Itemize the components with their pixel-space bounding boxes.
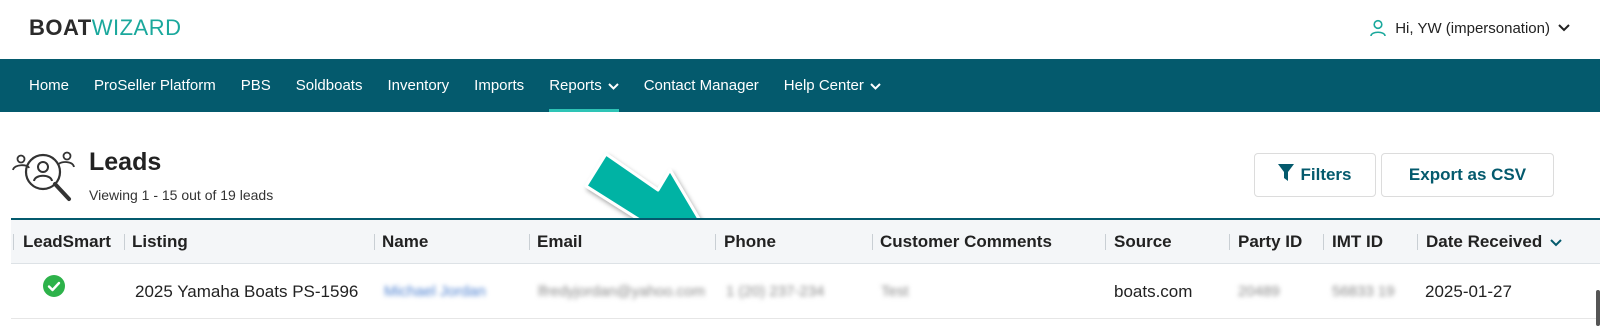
nav-label: Help Center	[783, 77, 864, 94]
nav-inventory[interactable]: Inventory	[387, 59, 449, 112]
page-title: Leads	[89, 148, 162, 176]
chevron-down-icon	[608, 77, 619, 94]
boatwizard-logo[interactable]: BOATWIZARD	[29, 14, 181, 42]
column-divider	[1229, 234, 1230, 250]
filters-label: Filters	[1300, 165, 1352, 184]
nav-home[interactable]: Home	[29, 59, 69, 112]
check-icon	[43, 265, 65, 319]
main-nav: Home ProSeller Platform PBS Soldboats In…	[0, 59, 1600, 112]
nav-soldboats[interactable]: Soldboats	[296, 59, 363, 112]
user-icon	[1369, 19, 1387, 37]
nav-label: Home	[29, 77, 70, 94]
nav-proseller-platform[interactable]: ProSeller Platform	[94, 59, 216, 112]
listing-cell[interactable]: 2025 Yamaha Boats PS-1596	[135, 265, 358, 319]
column-header-label: Date Received	[1426, 232, 1543, 251]
email-cell[interactable]: lfredyjordan@yahoo.com	[538, 265, 705, 319]
column-header-source[interactable]: Source	[1114, 220, 1172, 264]
leads-search-icon	[11, 146, 75, 209]
nav-label: PBS	[240, 77, 271, 94]
top-bar: BOATWIZARD Hi, YW (impersonation)	[0, 0, 1600, 59]
source-cell: boats.com	[1114, 282, 1193, 301]
column-divider	[13, 234, 14, 250]
export-label: Export as CSV	[1408, 165, 1527, 184]
nav-label: ProSeller Platform	[94, 77, 216, 94]
column-divider	[529, 234, 530, 250]
user-menu[interactable]: Hi, YW (impersonation)	[1369, 16, 1570, 40]
column-divider	[374, 234, 375, 250]
nav-imports[interactable]: Imports	[474, 59, 524, 112]
export-csv-button[interactable]: Export as CSV	[1381, 153, 1554, 197]
filter-icon	[1278, 163, 1295, 187]
column-divider	[872, 234, 873, 250]
column-header-date-received[interactable]: Date Received	[1426, 220, 1562, 264]
nav-label: Reports	[549, 77, 602, 94]
column-header-party-id[interactable]: Party ID	[1238, 220, 1302, 264]
table-row[interactable]: 2025 Yamaha Boats PS-1596 Michael Jordan…	[11, 265, 1600, 319]
column-header-email[interactable]: Email	[537, 220, 582, 264]
results-count: Viewing 1 - 15 out of 19 leads	[89, 187, 274, 203]
column-divider	[124, 234, 125, 250]
user-greeting: Hi, YW (impersonation)	[1395, 19, 1550, 37]
column-header-customer-comments[interactable]: Customer Comments	[880, 220, 1052, 264]
column-divider	[715, 234, 716, 250]
column-divider	[1417, 234, 1418, 250]
nav-label: Contact Manager	[643, 77, 759, 94]
phone-cell: 1 (20) 237-234	[726, 283, 825, 300]
column-header-phone[interactable]: Phone	[724, 220, 776, 264]
table-header: LeadSmart Listing Name Email Phone Custo…	[11, 220, 1600, 264]
nav-pbs[interactable]: PBS	[241, 59, 271, 112]
column-header-listing[interactable]: Listing	[132, 220, 188, 264]
column-divider	[1323, 234, 1324, 250]
column-divider	[1105, 234, 1106, 250]
column-header-imt-id[interactable]: IMT ID	[1332, 220, 1383, 264]
leadsmart-cell	[43, 265, 65, 319]
nav-label: Inventory	[387, 77, 450, 94]
party-id-cell: 20489	[1238, 283, 1280, 300]
logo-part-boat: BOAT	[29, 15, 92, 40]
nav-help-center[interactable]: Help Center	[784, 59, 881, 112]
nav-reports[interactable]: Reports	[549, 59, 619, 112]
nav-label: Imports	[474, 77, 525, 94]
imt-id-cell: 56833 19	[1332, 283, 1395, 300]
chevron-down-icon	[870, 77, 881, 94]
logo-part-wizard: WIZARD	[91, 15, 182, 40]
column-header-name[interactable]: Name	[382, 220, 428, 264]
comments-cell: Test	[881, 283, 909, 300]
vertical-scrollbar[interactable]	[1596, 290, 1600, 326]
chevron-down-icon	[1558, 24, 1570, 32]
column-header-leadsmart[interactable]: LeadSmart	[23, 220, 111, 264]
date-received-cell: 2025-01-27	[1425, 282, 1512, 301]
name-cell[interactable]: Michael Jordan	[384, 265, 486, 319]
filters-button[interactable]: Filters	[1254, 153, 1376, 197]
sort-desc-icon[interactable]	[1550, 220, 1562, 264]
nav-label: Soldboats	[295, 77, 363, 94]
nav-contact-manager[interactable]: Contact Manager	[644, 59, 759, 112]
